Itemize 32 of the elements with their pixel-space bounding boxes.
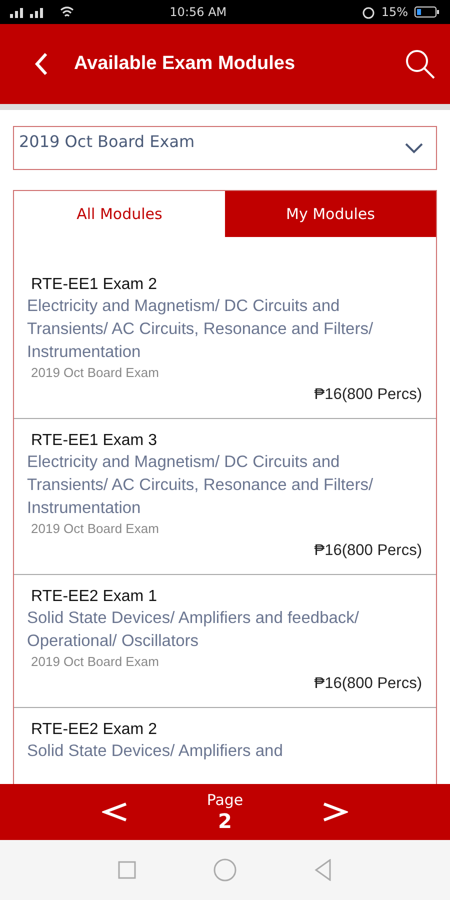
- search-icon: [404, 48, 436, 80]
- module-price: ₱16(800 Percs): [314, 675, 422, 693]
- page-label: Page: [206, 791, 244, 809]
- chevron-right-icon: [322, 802, 348, 822]
- module-card[interactable]: RTE-EE2 Exam 1 Solid State Devices/ Amplifiers and feedback/ Operational/ Oscillators 2019 Oct Board Exam ₱16(800 Percs): [14, 574, 436, 707]
- module-title: RTE-EE1 Exam 3: [31, 431, 158, 451]
- clock-time: 10:56 AM: [168, 5, 228, 19]
- battery-percent: 15%: [381, 5, 408, 19]
- module-description: Electricity and Magnetism/ DC Circuits and Transients/ AC Circuits, Resonance and Filters/ Instrumentation: [27, 452, 374, 519]
- module-description: Solid State Devices/ Amplifiers and: [27, 741, 284, 762]
- module-description: Electricity and Magnetism/ DC Circuits and Transients/ AC Circuits, Resonance and Filters/ Instrumentation: [27, 296, 374, 363]
- chevron-left-icon: [34, 52, 48, 76]
- page-number: 2: [218, 809, 232, 833]
- module-price: ₱16(800 Percs): [314, 386, 422, 404]
- module-card[interactable]: RTE-EE1 Exam 2 Electricity and Magnetism/ DC Circuits and Transients/ AC Circuits, Resonance and Filters/ Instrumentation 2019 Oct Board Exam ₱16(800 Percs): [14, 237, 436, 418]
- screen-title: Available Exam Modules: [74, 53, 296, 75]
- module-tab[interactable]: My Modules: [225, 191, 436, 237]
- module-exam: 2019 Oct Board Exam: [31, 520, 160, 538]
- module-card[interactable]: RTE-EE2 Exam 2 Solid State Devices/ Amplifiers and: [14, 707, 436, 777]
- module-title: RTE-EE2 Exam 2: [31, 720, 158, 740]
- module-card[interactable]: RTE-EE1 Exam 3 Electricity and Magnetism/ DC Circuits and Transients/ AC Circuits, Resonance and Filters/ Instrumentation 2019 Oct Board Exam ₱16(800 Percs): [14, 418, 436, 574]
- module-price: ₱16(800 Percs): [314, 542, 422, 560]
- module-title: RTE-EE1 Exam 2: [31, 275, 158, 295]
- battery-icon: [414, 6, 440, 18]
- exam-dropdown[interactable]: 2019 Oct Board Exam: [13, 126, 437, 170]
- module-title: RTE-EE2 Exam 1: [31, 587, 158, 607]
- module-exam: 2019 Oct Board Exam: [31, 364, 160, 382]
- module-description: Solid State Devices/ Amplifiers and feedback/ Operational/ Oscillators: [27, 608, 360, 652]
- chevron-left-icon: [102, 802, 128, 822]
- chevron-down-icon: [404, 142, 424, 154]
- wifi-icon: [60, 6, 74, 18]
- module-exam: 2019 Oct Board Exam: [31, 653, 160, 671]
